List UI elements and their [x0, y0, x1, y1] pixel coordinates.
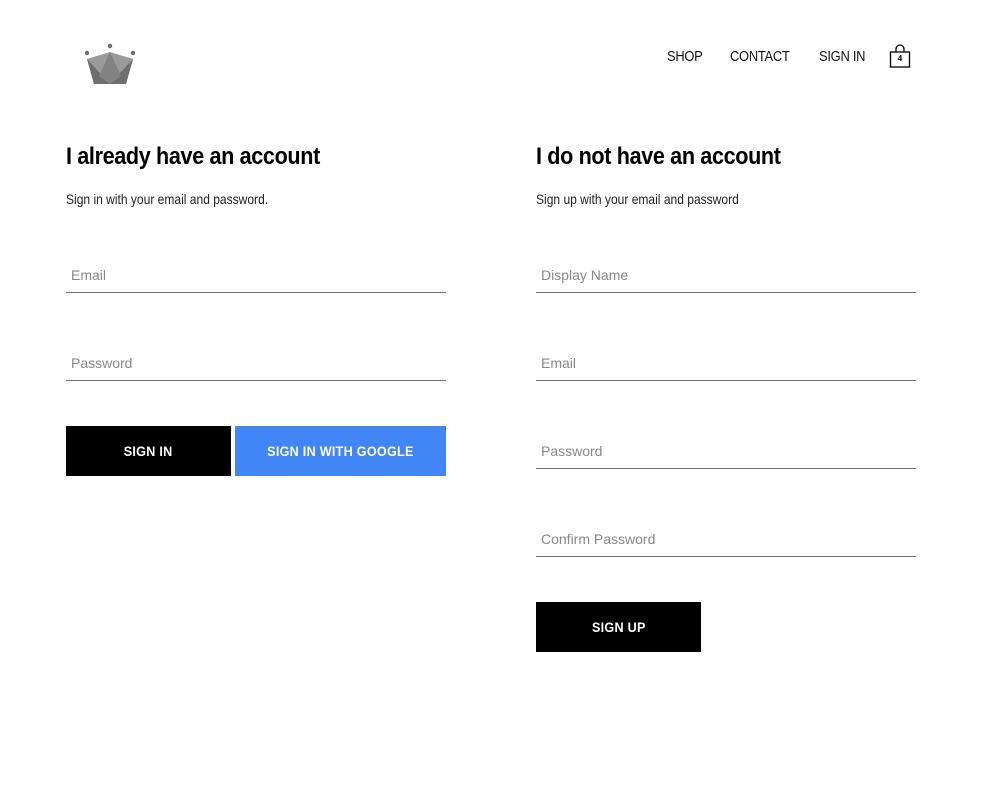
sign-in-section: I already have an account Sign in with y…: [66, 142, 446, 476]
sign-in-buttons: SIGN IN SIGN IN WITH GOOGLE: [66, 426, 446, 476]
sign-up-buttons: SIGN UP: [536, 602, 916, 652]
sign-in-password-field: [66, 344, 446, 381]
nav-contact-link[interactable]: CONTACT: [730, 48, 790, 65]
cart-button[interactable]: 4: [889, 44, 911, 68]
sign-up-title: I do not have an account: [536, 143, 781, 170]
sign-up-section: I do not have an account Sign up with yo…: [536, 142, 916, 652]
sign-in-with-google-button[interactable]: SIGN IN WITH GOOGLE: [235, 426, 446, 476]
sign-in-subtitle: Sign in with your email and password.: [66, 191, 269, 207]
sign-in-button[interactable]: SIGN IN: [66, 426, 231, 476]
sign-up-password-input[interactable]: [536, 434, 916, 468]
nav-shop-link[interactable]: SHOP: [667, 48, 703, 65]
sign-in-button-label: SIGN IN: [124, 443, 173, 459]
sign-in-email-field: [66, 256, 446, 293]
main-nav: SHOP CONTACT SIGN IN 4: [667, 44, 911, 68]
sign-in-title: I already have an account: [66, 143, 320, 170]
display-name-field: [536, 256, 916, 293]
sign-in-password-input[interactable]: [66, 346, 446, 380]
cart-item-count: 4: [897, 54, 903, 63]
sign-up-button[interactable]: SIGN UP: [536, 602, 701, 652]
sign-up-password-field: [536, 432, 916, 469]
sign-up-email-input[interactable]: [536, 346, 916, 380]
sign-up-email-field: [536, 344, 916, 381]
nav-sign-in-link[interactable]: SIGN IN: [819, 48, 865, 65]
sign-in-email-input[interactable]: [66, 258, 446, 292]
sign-up-subtitle: Sign up with your email and password: [536, 191, 739, 207]
confirm-password-field: [536, 520, 916, 557]
confirm-password-input[interactable]: [536, 522, 916, 556]
crown-icon[interactable]: [83, 42, 137, 86]
sign-in-sign-up-page: SHOP CONTACT SIGN IN 4 I already have an…: [0, 0, 981, 799]
display-name-input[interactable]: [536, 258, 916, 292]
sign-up-button-label: SIGN UP: [591, 619, 646, 635]
google-button-label: SIGN IN WITH GOOGLE: [267, 443, 414, 459]
